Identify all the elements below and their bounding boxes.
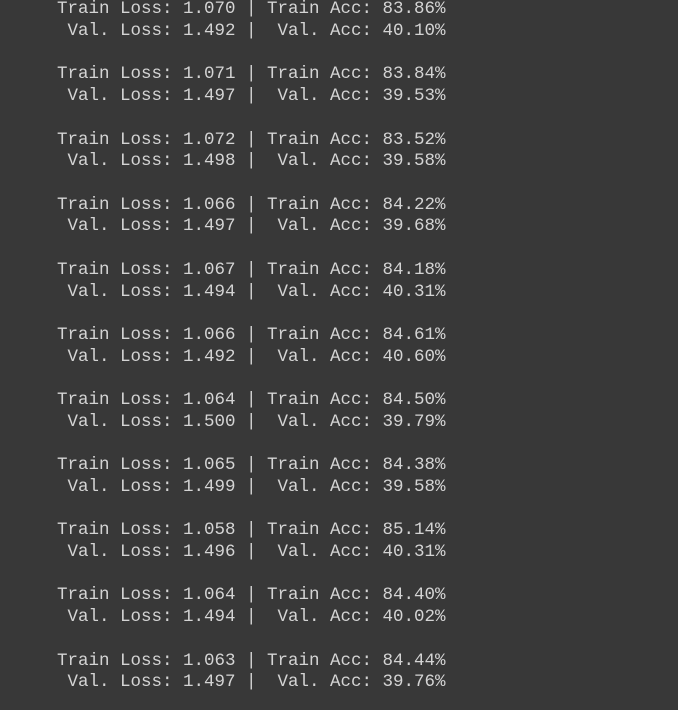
log-line-val: Val. Loss: 1.497 | Val. Acc: 39.68% bbox=[57, 216, 446, 236]
log-line-val: Val. Loss: 1.494 | Val. Acc: 40.31% bbox=[57, 282, 446, 302]
log-line-val: Val. Loss: 1.497 | Val. Acc: 39.53% bbox=[57, 86, 446, 106]
log-line-val: Val. Loss: 1.492 | Val. Acc: 40.10% bbox=[57, 21, 446, 41]
log-line-train: Train Loss: 1.064 | Train Acc: 84.50% bbox=[57, 390, 446, 410]
log-line-val: Val. Loss: 1.496 | Val. Acc: 40.31% bbox=[57, 542, 446, 562]
log-line-train: Train Loss: 1.066 | Train Acc: 84.22% bbox=[57, 195, 446, 215]
log-line-train: Train Loss: 1.066 | Train Acc: 84.61% bbox=[57, 325, 446, 345]
log-line-val: Val. Loss: 1.492 | Val. Acc: 40.60% bbox=[57, 347, 446, 367]
log-line-train: Train Loss: 1.071 | Train Acc: 83.84% bbox=[57, 64, 446, 84]
log-line-val: Val. Loss: 1.494 | Val. Acc: 40.02% bbox=[57, 607, 446, 627]
log-line-train: Train Loss: 1.065 | Train Acc: 84.38% bbox=[57, 455, 446, 475]
log-line-train: Train Loss: 1.058 | Train Acc: 85.14% bbox=[57, 520, 446, 540]
log-line-val: Val. Loss: 1.497 | Val. Acc: 39.76% bbox=[57, 672, 446, 692]
log-line-val: Val. Loss: 1.498 | Val. Acc: 39.58% bbox=[57, 151, 446, 171]
log-line-train: Train Loss: 1.072 | Train Acc: 83.52% bbox=[57, 130, 446, 150]
log-line-val: Val. Loss: 1.500 | Val. Acc: 39.79% bbox=[57, 412, 446, 432]
output-log: Train Loss: 1.070 | Train Acc: 83.86% Va… bbox=[0, 0, 678, 710]
log-line-train: Train Loss: 1.064 | Train Acc: 84.40% bbox=[57, 585, 446, 605]
log-line-train: Train Loss: 1.067 | Train Acc: 84.18% bbox=[57, 260, 446, 280]
log-line-train: Train Loss: 1.063 | Train Acc: 84.44% bbox=[57, 651, 446, 671]
log-line-val: Val. Loss: 1.499 | Val. Acc: 39.58% bbox=[57, 477, 446, 497]
log-line-train: Train Loss: 1.070 | Train Acc: 83.86% bbox=[57, 0, 446, 19]
